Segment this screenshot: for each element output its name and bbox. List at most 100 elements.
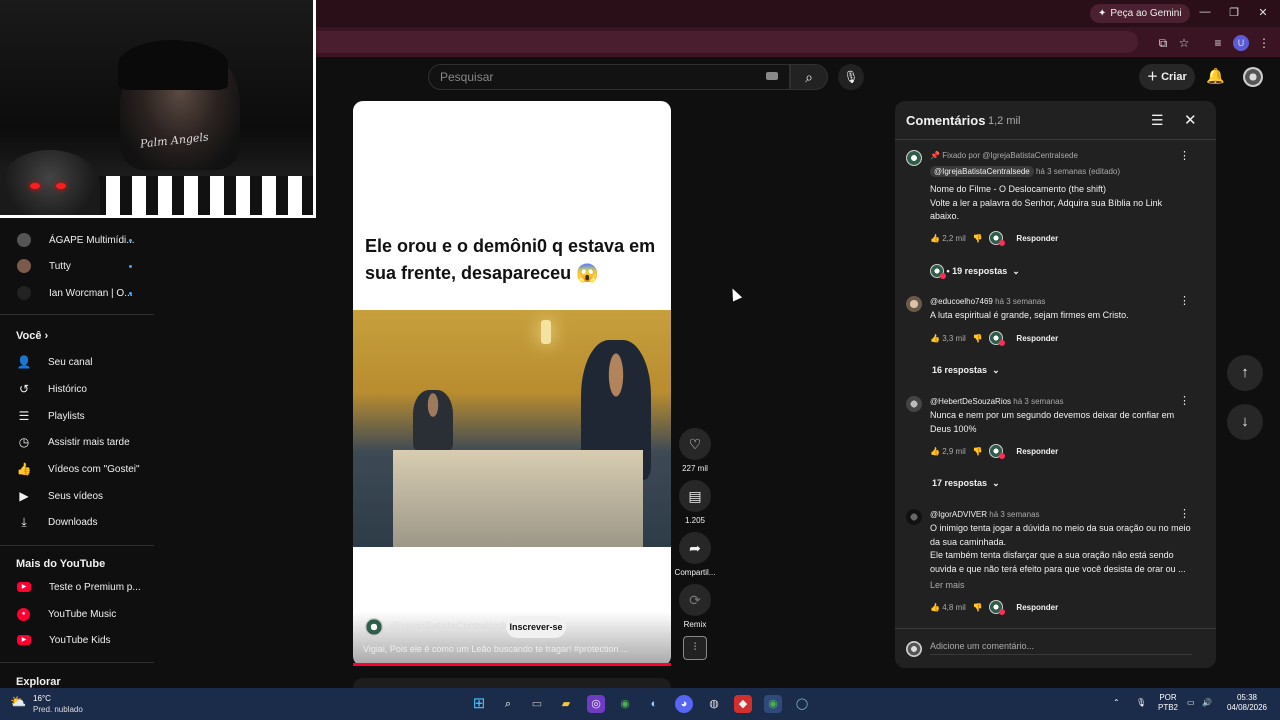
volume-icon[interactable]: 🔊: [1202, 698, 1212, 708]
obs-icon[interactable]: ◍: [705, 695, 723, 713]
reply-button[interactable]: Responder: [1016, 447, 1058, 456]
notifications-bell-icon[interactable]: 🔔: [1206, 67, 1225, 85]
install-app-icon[interactable]: ⧉: [1155, 35, 1171, 51]
sidebar-item-premium[interactable]: ▶ Teste o Premium p...: [16, 574, 154, 600]
remix-button[interactable]: ⟳: [679, 584, 711, 616]
app-icon-purple[interactable]: ◎: [587, 695, 605, 713]
comment-menu-icon[interactable]: ⋮: [1179, 294, 1190, 307]
comment-menu-icon[interactable]: ⋮: [1179, 394, 1190, 407]
search-button[interactable]: ⌕: [790, 64, 828, 90]
dislike-icon[interactable]: 👎: [972, 447, 982, 456]
short-description[interactable]: Vigiai, Pois ele é como um Leão buscando…: [363, 644, 663, 654]
close-comments-icon[interactable]: ✕: [1184, 111, 1197, 129]
browser-globe-icon[interactable]: ◯: [793, 695, 811, 713]
comment-text: A luta espiritual é grande, sejam firmes…: [930, 310, 1129, 320]
account-avatar[interactable]: [1243, 67, 1263, 87]
sidebar-item-youtube-music[interactable]: ● YouTube Music: [16, 601, 154, 627]
windows-start-icon[interactable]: ⊞: [470, 695, 488, 713]
taskbar-search-icon[interactable]: ⌕: [499, 695, 517, 713]
sidebar-subscription[interactable]: ÁGAPE Multimídi...: [16, 227, 154, 253]
channel-avatar: [17, 233, 31, 247]
comment-author[interactable]: @IgrejaBatistaCentralsede: [930, 166, 1034, 177]
watch-later-icon: ◷: [18, 435, 30, 449]
previous-short-button[interactable]: ↑: [1227, 355, 1263, 391]
short-channel-avatar[interactable]: [365, 618, 383, 636]
like-icon[interactable]: 👍: [930, 447, 940, 456]
tray-chevron-up-icon[interactable]: ⌃: [1113, 698, 1120, 708]
reply-button[interactable]: Responder: [1016, 603, 1058, 612]
search-icon: ⌕: [805, 69, 813, 85]
bookmark-star-icon[interactable]: ☆: [1176, 35, 1192, 51]
comment-avatar[interactable]: [906, 296, 922, 312]
comment-author[interactable]: @HebertDeSouzaRios: [930, 397, 1011, 406]
sidebar-item-liked-videos[interactable]: 👍 Vídeos com "Gostei": [16, 456, 154, 482]
replies-toggle[interactable]: 16 respostas ⌄: [932, 365, 1000, 376]
voice-search-button[interactable]: 🎙: [838, 64, 864, 90]
sidebar-item-downloads[interactable]: ⤓ Downloads: [16, 509, 154, 535]
replies-toggle[interactable]: 17 respostas ⌄: [932, 478, 1000, 489]
sort-icon[interactable]: ☰: [1151, 112, 1164, 129]
comment-avatar[interactable]: [906, 150, 922, 166]
arrow-up-icon: ↑: [1241, 364, 1249, 381]
file-explorer-icon[interactable]: ▰: [557, 695, 575, 713]
comment-menu-icon[interactable]: ⋮: [1179, 149, 1190, 162]
weather-icon[interactable]: ⛅: [10, 694, 26, 710]
tray-mic-icon[interactable]: 🎙: [1136, 698, 1146, 708]
sidebar-item-your-videos[interactable]: ▶ Seus vídeos: [16, 483, 154, 509]
search-input[interactable]: Pesquisar: [428, 64, 790, 90]
dislike-icon[interactable]: 👎: [972, 603, 982, 612]
sidebar-item-youtube-kids[interactable]: ▶ YouTube Kids: [16, 627, 154, 653]
sidebar-subscription[interactable]: Tutty: [16, 253, 154, 279]
sidebar-item-playlists[interactable]: ☰ Playlists: [16, 403, 154, 429]
app-icon-red[interactable]: ◆: [734, 695, 752, 713]
like-icon[interactable]: 👍: [930, 234, 940, 243]
steam-icon[interactable]: ◐: [645, 695, 663, 713]
comment-menu-icon[interactable]: ⋮: [1179, 507, 1190, 520]
subscribe-button[interactable]: Inscrever-se: [506, 616, 566, 638]
like-icon[interactable]: 👍: [930, 334, 940, 343]
task-view-icon[interactable]: ▭: [528, 695, 546, 713]
sidebar-item-history[interactable]: ↺ Histórico: [16, 376, 154, 402]
share-button[interactable]: ➦: [679, 532, 711, 564]
comments-button[interactable]: ▤: [679, 480, 711, 512]
language-indicator[interactable]: POR PTB2: [1158, 693, 1178, 713]
short-video-player[interactable]: Ele orou e o demôni0 q estava em sua fre…: [353, 101, 671, 666]
like-icon[interactable]: 👍: [930, 603, 940, 612]
youtube-premium-icon: ▶: [17, 582, 31, 592]
create-button[interactable]: ＋ Criar: [1139, 64, 1195, 90]
reply-button[interactable]: Responder: [1016, 234, 1058, 243]
sound-waveform-icon[interactable]: ⫶: [683, 636, 707, 660]
maximize-icon[interactable]: ❐: [1224, 6, 1244, 19]
you-heading[interactable]: Você ›: [16, 330, 48, 342]
add-comment-input[interactable]: Adicione um comentário...: [930, 641, 1034, 651]
replies-toggle[interactable]: • 19 respostas ⌄: [930, 264, 1020, 279]
short-progress-bar[interactable]: [353, 663, 671, 666]
browser-menu-icon[interactable]: ⋮: [1256, 35, 1272, 51]
read-more-link[interactable]: Ler mais: [930, 580, 965, 590]
short-channel-name[interactable]: @IgrejaBatistaCentralsede: [390, 621, 510, 632]
next-short-button[interactable]: ↓: [1227, 404, 1263, 440]
profile-avatar[interactable]: U: [1233, 35, 1249, 51]
sidebar-item-your-channel[interactable]: 👤 Seu canal: [16, 349, 154, 375]
sidebar-item-watch-later[interactable]: ◷ Assistir mais tarde: [16, 429, 154, 455]
comment-avatar[interactable]: [906, 509, 922, 525]
clock[interactable]: 05:38 04/08/2026: [1224, 693, 1270, 713]
close-window-icon[interactable]: ✕: [1253, 6, 1273, 19]
comment-avatar[interactable]: [906, 396, 922, 412]
ask-gemini-button[interactable]: ✦ Peça ao Gemini: [1090, 4, 1190, 23]
discord-icon[interactable]: ◕: [675, 695, 693, 713]
sidebar-subscription[interactable]: Ian Worcman | O...: [16, 280, 154, 306]
dislike-icon[interactable]: 👎: [972, 234, 982, 243]
keyboard-icon[interactable]: [766, 72, 778, 80]
chrome-active-icon[interactable]: ◉: [764, 695, 782, 713]
channel-avatar: [17, 259, 31, 273]
like-button[interactable]: ♡: [679, 428, 711, 460]
minimize-icon[interactable]: —: [1195, 6, 1215, 18]
comment-author[interactable]: @educoelho7469: [930, 297, 993, 306]
chrome-icon[interactable]: ◉: [616, 695, 634, 713]
dislike-icon[interactable]: 👎: [972, 334, 982, 343]
reply-button[interactable]: Responder: [1016, 334, 1058, 343]
reading-list-icon[interactable]: ≡: [1210, 35, 1226, 51]
network-icon[interactable]: ▭: [1187, 698, 1195, 708]
comment-author[interactable]: @IgorADVIVER: [930, 510, 987, 519]
